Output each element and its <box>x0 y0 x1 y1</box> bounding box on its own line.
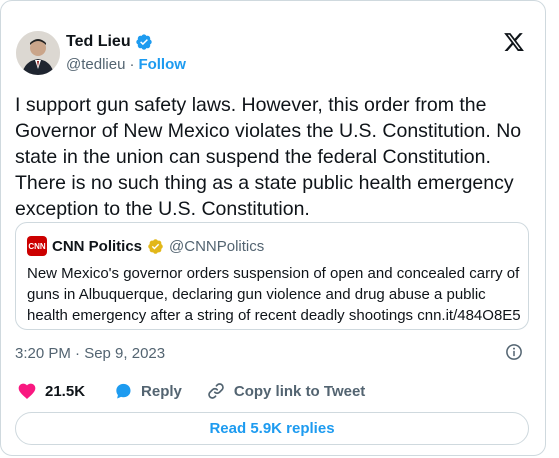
reply-label: Reply <box>141 382 182 400</box>
like-count: 21.5K <box>45 382 86 400</box>
cnn-logo-icon: CNN <box>27 236 47 256</box>
reply-button[interactable]: Reply <box>113 381 182 401</box>
verified-gold-badge-icon <box>148 238 163 254</box>
quoted-author-handle: @CNNPolitics <box>169 237 265 255</box>
copy-link-button[interactable]: Copy link to Tweet <box>206 381 365 401</box>
author-handle[interactable]: @tedlieu <box>66 56 125 73</box>
action-bar: 21.5K Reply Copy link to Tweet <box>15 381 365 401</box>
heart-icon <box>18 383 36 399</box>
link-icon <box>208 383 224 399</box>
quoted-author-name: CNN Politics <box>52 237 143 255</box>
tweet-timestamp[interactable]: 3:20 PM · Sep 9, 2023 <box>15 345 165 362</box>
verified-badge-icon <box>135 34 152 50</box>
reply-bubble-icon <box>116 383 131 399</box>
copy-link-label: Copy link to Tweet <box>233 382 366 400</box>
like-button[interactable]: 21.5K <box>17 381 85 401</box>
quoted-text: New Mexico's governor orders suspension … <box>27 265 521 324</box>
follow-button[interactable]: Follow <box>138 56 186 73</box>
author-handle-row: @tedlieu · Follow <box>66 56 186 73</box>
avatar-image <box>16 31 60 75</box>
x-logo-icon[interactable] <box>503 31 525 53</box>
read-replies-label: Read 5.9K replies <box>209 420 335 437</box>
quoted-header: CNN CNN Politics @CNNPolitics <box>27 236 264 256</box>
author-name[interactable]: Ted Lieu <box>66 33 131 51</box>
read-replies-button[interactable]: Read 5.9K replies <box>15 412 529 445</box>
quoted-tweet[interactable]: CNN CNN Politics @CNNPolitics New Mexico… <box>15 222 529 330</box>
tweet-card: Ted Lieu @tedlieu · Follow I support gun s… <box>0 0 546 456</box>
author-avatar[interactable] <box>16 31 60 75</box>
separator-dot: · <box>129 56 135 73</box>
info-icon[interactable] <box>505 343 523 361</box>
tweet-text: I support gun safety laws. However, this… <box>15 94 522 220</box>
author-name-row: Ted Lieu <box>66 33 153 51</box>
